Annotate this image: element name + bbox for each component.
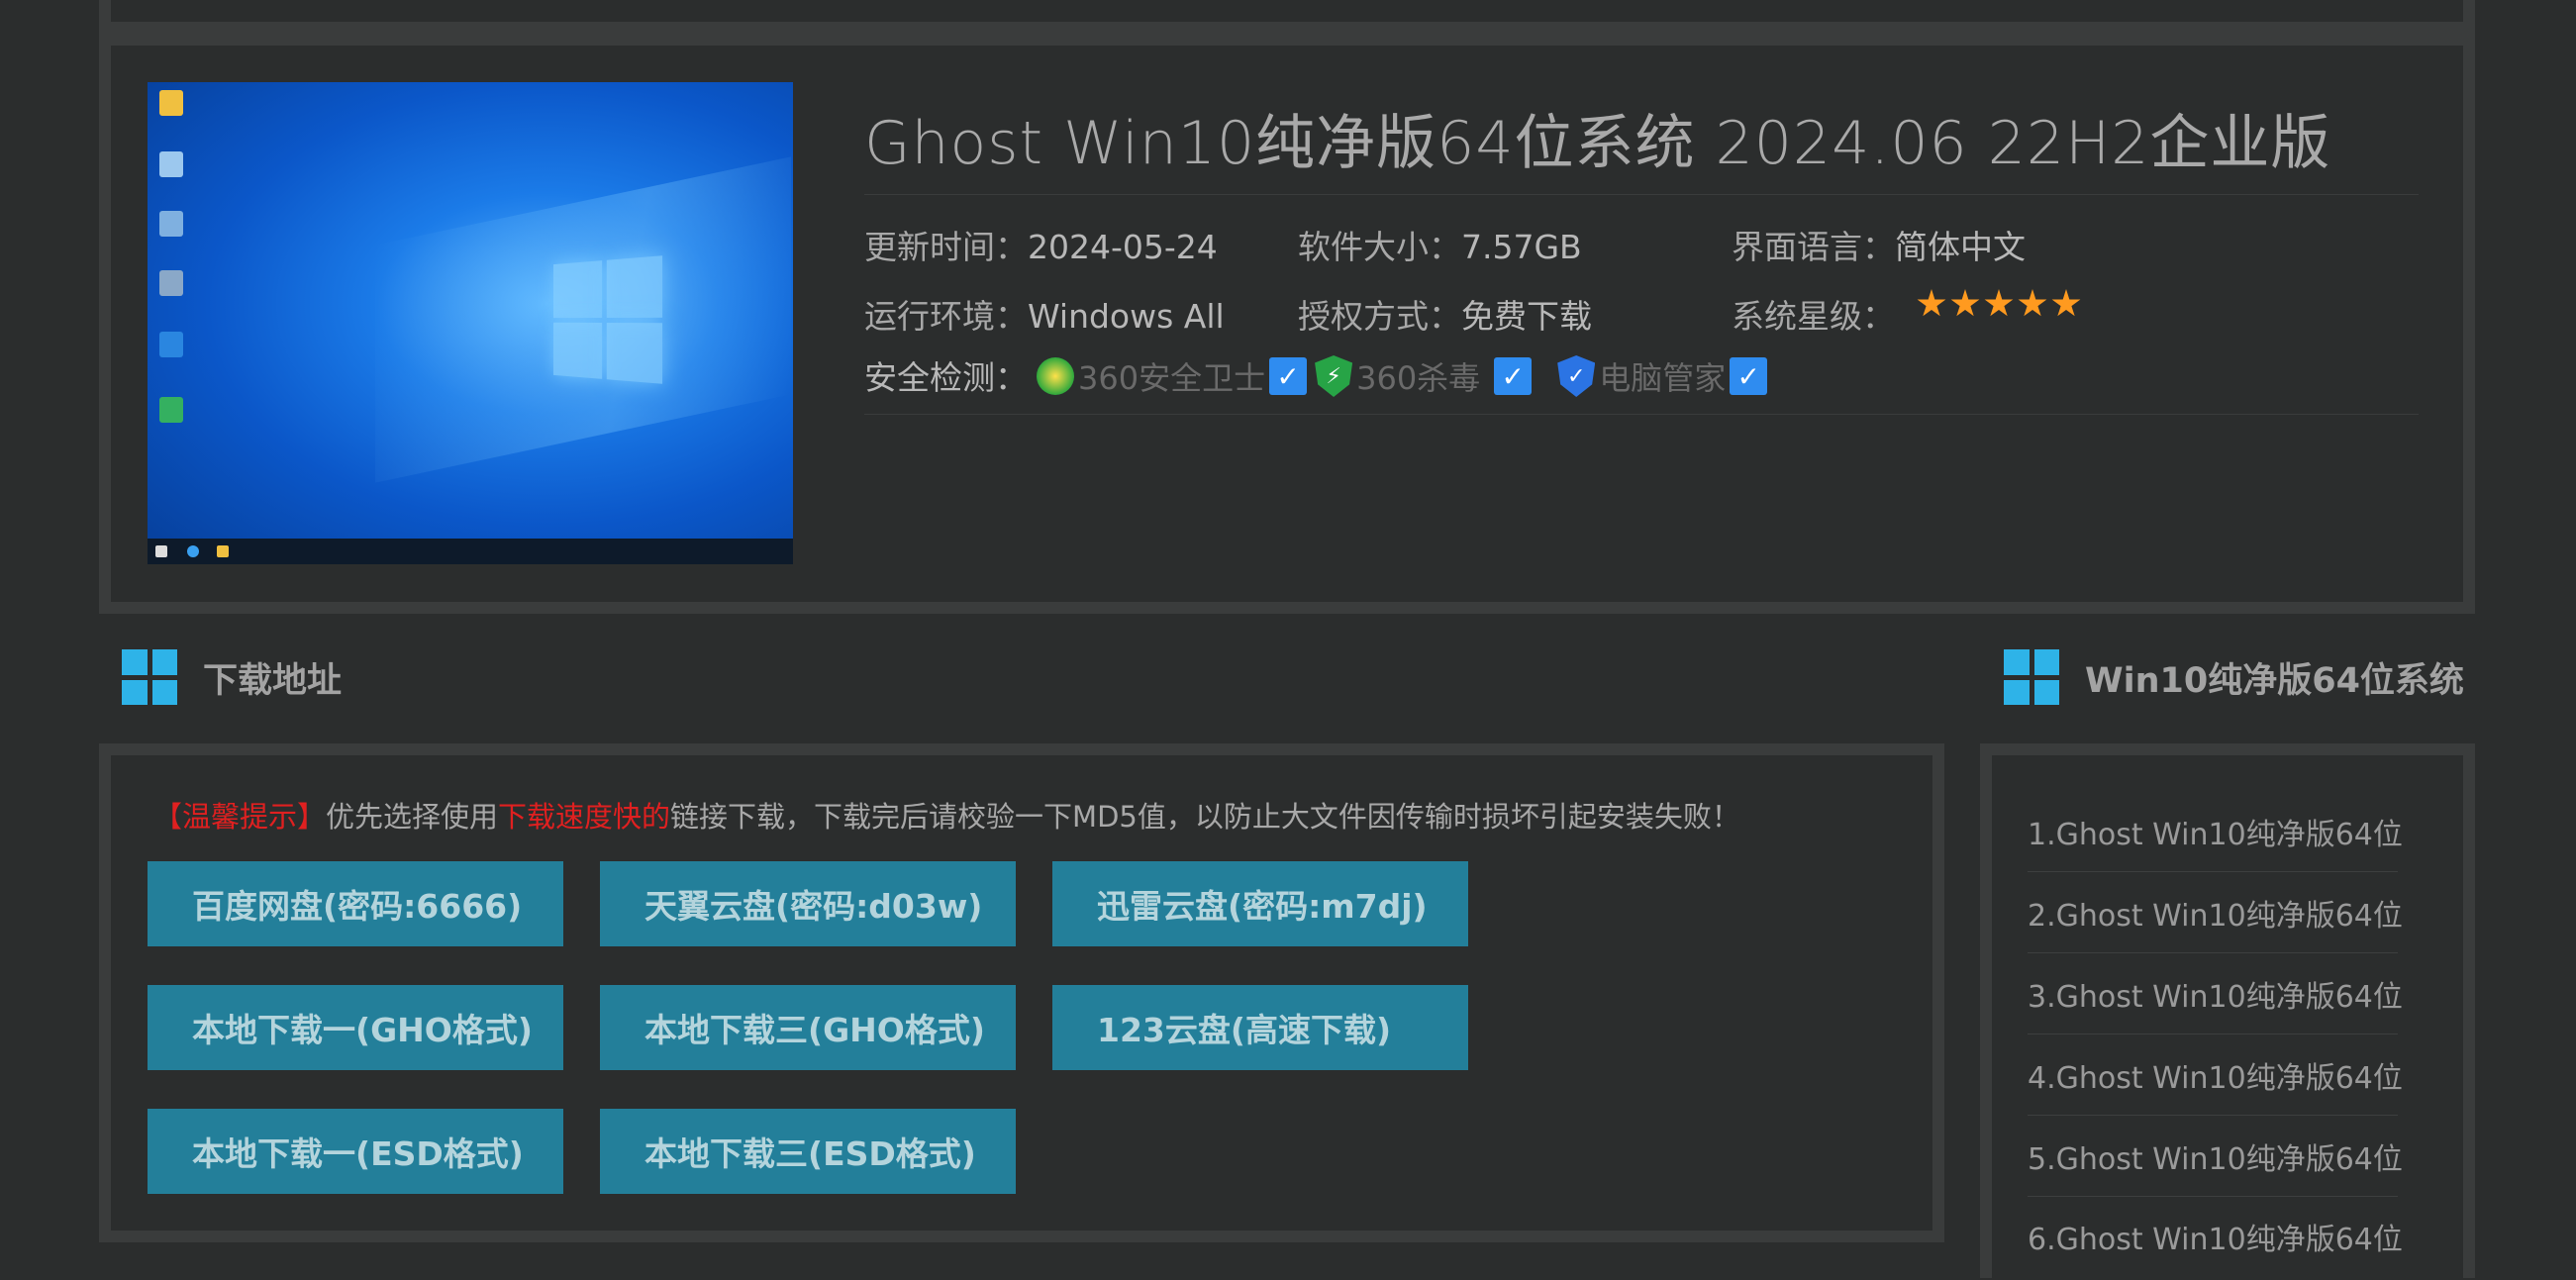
sidebar-item[interactable]: 2.Ghost Win10纯净版64位 [2028,872,2403,953]
sidebar-item[interactable]: 3.Ghost Win10纯净版64位 [2028,953,2403,1034]
explorer-icon [217,545,229,557]
meta-divider [864,414,2419,415]
star-icon [1950,289,1980,317]
sidebar-heading-text[interactable]: Win10纯净版64位系统 [2085,652,2464,703]
windows-logo-icon [553,255,663,384]
rating-stars [1917,289,2081,319]
desktop-folder-icon [159,90,183,116]
meta-value: 简体中文 [1895,228,2026,266]
download-tip: 【温馨提示】优先选择使用下载速度快的链接下载，下载完后请校验一下MD5值，以防止… [153,794,1740,836]
top-band-inner [111,0,2463,22]
meta-value: 7.57GB [1461,228,1582,266]
download-button-tianyi[interactable]: 天翼云盘(密码:d03w) [600,861,1016,946]
sidebar-item[interactable]: 4.Ghost Win10纯净版64位 [2028,1034,2403,1116]
tip-highlight: 下载速度快的 [498,800,671,834]
check-icon: ✓ [1730,357,1768,395]
star-icon [1984,289,2014,317]
360-safe-icon [1037,357,1074,395]
star-icon [2051,289,2081,317]
meta-key: 软件大小： [1298,228,1461,266]
meta-size: 软件大小：7.57GB [1298,221,1582,268]
360-antivirus-icon: ⚡ [1315,355,1353,397]
download-heading-text: 下载地址 [203,660,343,701]
meta-rating: 系统星级： [1732,290,1895,338]
security-name: 360安全卫士 [1078,359,1266,397]
desktop-app-icon [159,397,183,423]
download-button-baidu[interactable]: 百度网盘(密码:6666) [148,861,563,946]
star-icon [2018,289,2047,317]
download-button-123pan[interactable]: 123云盘(高速下载) [1052,985,1468,1070]
grid-icon [122,649,177,705]
pc-manager-icon: ✓ [1557,355,1596,397]
taskbar [148,539,793,564]
product-title: Ghost Win10纯净版64位系统 2024.06 22H2企业版 [864,109,2331,178]
sidebar-item[interactable]: 1.Ghost Win10纯净版64位 [2028,791,2403,872]
desktop-network-icon [159,211,183,237]
meta-key: 系统星级： [1732,297,1895,336]
download-heading: 下载地址 [122,649,342,705]
title-divider [864,194,2419,195]
security-row: 360安全卫士 ✓ ⚡ 360杀毒 ✓ ✓ 电脑管家 ✓ [1037,354,1775,398]
download-button-local3-esd[interactable]: 本地下载三(ESD格式) [600,1109,1016,1194]
tip-text: 链接下载，下载完后请校验一下MD5值，以防止大文件因传输时损坏引起安装失败！ [670,800,1740,834]
top-band [99,0,2475,46]
meta-license: 授权方式：免费下载 [1298,290,1592,338]
check-icon: ✓ [1494,357,1533,395]
meta-value: 2024-05-24 [1028,228,1218,266]
meta-update-time: 更新时间：2024-05-24 [864,221,1218,268]
download-button-xunlei[interactable]: 迅雷云盘(密码:m7dj) [1052,861,1468,946]
product-screenshot[interactable] [148,82,793,564]
security-name: 360杀毒 [1356,359,1481,397]
download-button-local1-gho[interactable]: 本地下载一(GHO格式) [148,985,563,1070]
grid-icon [2004,649,2059,705]
sidebar-item[interactable]: 6.Ghost Win10纯净版64位 [2028,1197,2403,1257]
tip-prefix: 【温馨提示】 [153,800,327,834]
desktop-computer-icon [159,151,183,177]
meta-key: 界面语言： [1732,228,1895,266]
meta-language: 界面语言：简体中文 [1732,221,2026,268]
sidebar-heading: Win10纯净版64位系统 [2004,649,2464,705]
sidebar-item[interactable]: 5.Ghost Win10纯净版64位 [2028,1116,2403,1197]
start-icon [155,545,167,557]
desktop-recycle-bin-icon [159,270,183,296]
meta-value: Windows All [1028,297,1225,336]
desktop-ie-icon [159,332,183,357]
security-name: 电脑管家 [1599,359,1727,397]
meta-key: 授权方式： [1298,297,1461,336]
meta-value: 免费下载 [1461,297,1592,336]
meta-key: 更新时间： [864,228,1028,266]
star-icon [1917,289,1946,317]
meta-environment: 运行环境：Windows All [864,290,1225,338]
security-label: 安全检测： [864,358,1028,397]
tip-text: 优先选择使用 [326,800,499,834]
check-icon: ✓ [1269,357,1308,395]
meta-key: 运行环境： [864,297,1028,336]
download-button-local1-esd[interactable]: 本地下载一(ESD格式) [148,1109,563,1194]
download-button-local3-gho[interactable]: 本地下载三(GHO格式) [600,985,1016,1070]
edge-icon [187,545,199,557]
